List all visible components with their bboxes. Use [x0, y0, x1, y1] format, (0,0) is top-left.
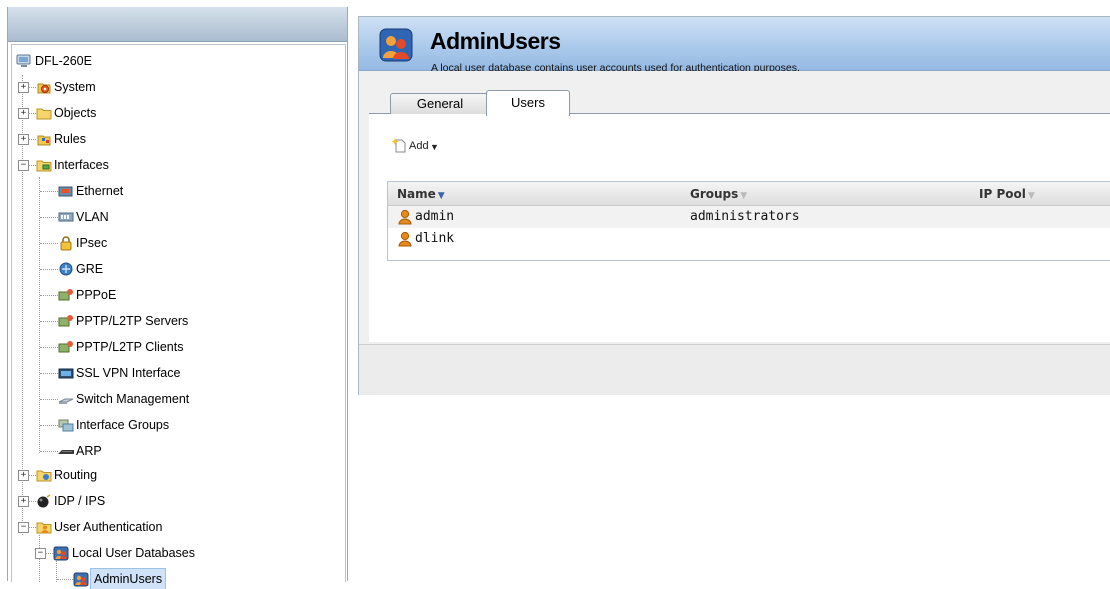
column-label: IP Pool [979, 187, 1026, 201]
user-auth-icon [36, 522, 52, 534]
interfaces-folder-icon [36, 160, 52, 172]
column-label: Groups [690, 187, 739, 201]
column-header-name[interactable]: Name ▼ [397, 182, 445, 208]
pptp-client-icon [58, 341, 73, 353]
switch-icon [58, 398, 74, 404]
tree-label: User Authentication [54, 520, 163, 534]
tree-label: Objects [54, 106, 97, 120]
page-header: AdminUsers A local user database contain… [359, 17, 1110, 74]
tree-label: Interface Groups [76, 418, 170, 432]
column-label: Name [397, 187, 436, 201]
user-name: dlink [415, 231, 455, 246]
tree-label: PPPoE [76, 288, 117, 302]
column-header-ip-pool[interactable]: IP Pool ▼ [979, 182, 1035, 208]
content-panel: AdminUsers A local user database contain… [358, 16, 1110, 395]
user-db-icon [73, 572, 89, 587]
new-item-icon [391, 138, 406, 153]
table-row[interactable]: admin administrators [388, 206, 1110, 228]
user-db-icon [53, 546, 69, 561]
ssl-vpn-icon [58, 368, 74, 379]
user-database-icon [379, 28, 413, 62]
gre-icon [59, 262, 73, 276]
user-name: admin [415, 209, 455, 224]
dropdown-arrow-icon: ▼ [430, 142, 439, 152]
tree-label: IPsec [76, 236, 108, 250]
routing-icon [36, 470, 52, 482]
page-title: AdminUsers [430, 28, 561, 54]
footer-bar [359, 344, 1110, 395]
tree-label: Rules [54, 132, 86, 146]
tree-label: GRE [76, 262, 104, 276]
system-icon [37, 83, 51, 94]
tree-label: System [54, 80, 96, 94]
navigation-tree: DFL-260E + System + Objects + Rules − In… [11, 44, 346, 589]
tab-users[interactable]: Users [486, 90, 570, 116]
interface-groups-icon [58, 419, 74, 432]
tree-label: Interfaces [54, 158, 109, 172]
table-row[interactable]: dlink [388, 228, 1110, 250]
add-label: Add [409, 140, 429, 152]
tree-label: VLAN [76, 210, 109, 224]
navigation-header [8, 7, 347, 42]
pptp-server-icon [58, 315, 73, 327]
tree-label: SSL VPN Interface [76, 366, 181, 380]
user-groups: administrators [690, 209, 800, 224]
vlan-icon [58, 212, 74, 222]
lock-icon [60, 236, 72, 251]
table-header: Name ▼ Groups ▼ IP Pool ▼ [388, 182, 1110, 206]
tree-label: Routing [54, 468, 98, 482]
tree-label: AdminUsers [89, 568, 167, 589]
ethernet-icon [58, 186, 73, 197]
tree-label: Local User Databases [72, 546, 195, 560]
folder-icon [36, 108, 52, 120]
navigation-panel: DFL-260E + System + Objects + Rules − In… [7, 7, 348, 589]
idp-icon [37, 494, 51, 508]
sort-icon: ▼ [1027, 191, 1035, 201]
user-icon [398, 209, 412, 225]
sort-desc-icon: ▼ [437, 191, 445, 201]
user-icon [398, 231, 412, 247]
arp-icon [58, 450, 74, 454]
sort-icon: ▼ [740, 191, 748, 201]
firewall-device-icon [16, 54, 31, 67]
tab-general[interactable]: General [390, 93, 490, 115]
tree-label: ARP [76, 444, 102, 458]
tree-label: Ethernet [76, 184, 124, 198]
pppoe-icon [58, 289, 73, 301]
tree-label: DFL-260E [35, 54, 92, 68]
users-table: Name ▼ Groups ▼ IP Pool ▼ admin administrat… [387, 181, 1110, 261]
column-header-groups[interactable]: Groups ▼ [690, 182, 747, 208]
users-tab-content: Add ▼ Name ▼ Groups ▼ IP Pool ▼ admin ad… [369, 114, 1110, 342]
tree-label: IDP / IPS [54, 494, 106, 508]
tree-label: PPTP/L2TP Clients [76, 340, 184, 354]
rules-icon [37, 135, 51, 146]
tree-label: Switch Management [76, 392, 190, 406]
tree-label: PPTP/L2TP Servers [76, 314, 189, 328]
